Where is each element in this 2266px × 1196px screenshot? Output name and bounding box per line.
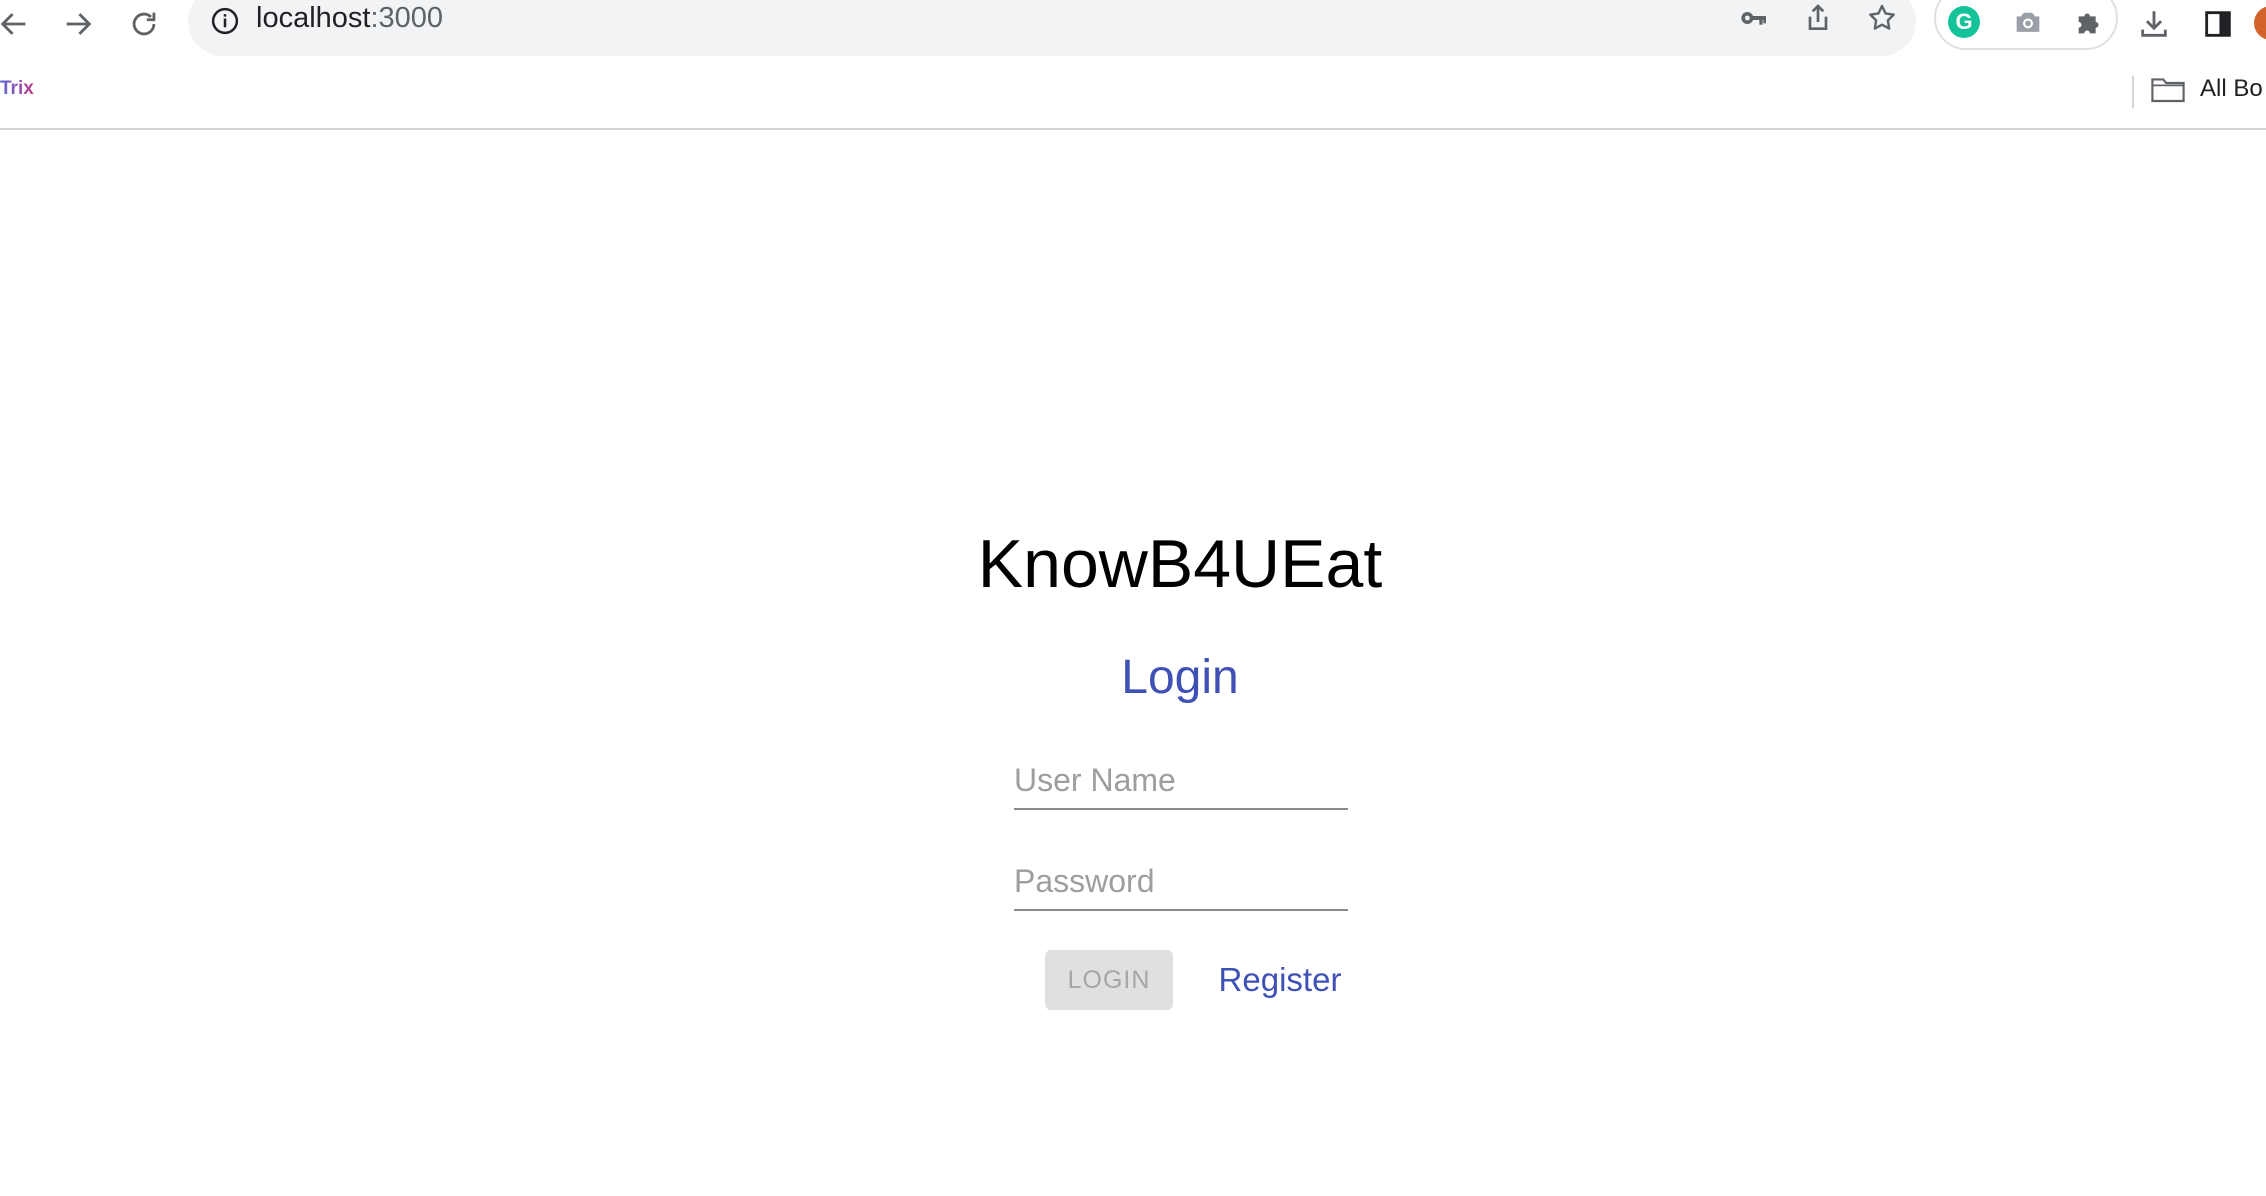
back-arrow-icon[interactable] xyxy=(0,4,34,44)
password-input[interactable] xyxy=(1014,853,1348,911)
url-text[interactable]: localhost:3000 xyxy=(256,2,443,35)
grammarly-letter: G xyxy=(1948,6,1980,38)
bookmarks-divider xyxy=(2132,76,2134,108)
key-icon[interactable] xyxy=(1732,0,1776,40)
bookmark-star-icon[interactable] xyxy=(1860,0,1904,40)
puzzle-icon[interactable] xyxy=(2068,0,2112,44)
bookmarks-bar: Trix All Bo xyxy=(0,58,2266,130)
share-icon[interactable] xyxy=(1796,0,1840,40)
browser-toolbar: localhost:3000 G xyxy=(0,0,2266,58)
side-panel-icon[interactable] xyxy=(2196,2,2240,46)
profile-avatar[interactable] xyxy=(2254,6,2266,40)
site-info-icon[interactable] xyxy=(210,6,240,36)
camera-icon[interactable] xyxy=(2006,0,2050,44)
download-icon[interactable] xyxy=(2132,2,2176,46)
address-bar[interactable]: localhost:3000 xyxy=(188,0,1916,56)
all-bookmarks-label: All Bo xyxy=(2200,75,2263,102)
all-bookmarks-button[interactable]: All Bo xyxy=(2150,74,2263,104)
forward-arrow-icon[interactable] xyxy=(58,4,98,44)
username-input[interactable] xyxy=(1014,752,1348,810)
login-button[interactable]: LOGIN xyxy=(1045,950,1173,1010)
app-title: KnowB4UEat xyxy=(977,526,1383,602)
register-button[interactable]: Register xyxy=(1210,950,1350,1010)
reload-icon[interactable] xyxy=(124,4,164,44)
folder-icon xyxy=(2151,78,2185,103)
grammarly-icon[interactable]: G xyxy=(1942,0,1986,44)
extensions-group: G xyxy=(1934,0,2118,50)
login-heading: Login xyxy=(1121,651,1239,704)
url-host: localhost xyxy=(256,2,371,34)
bookmark-trix[interactable]: Trix xyxy=(0,78,34,100)
url-port: :3000 xyxy=(370,2,444,34)
